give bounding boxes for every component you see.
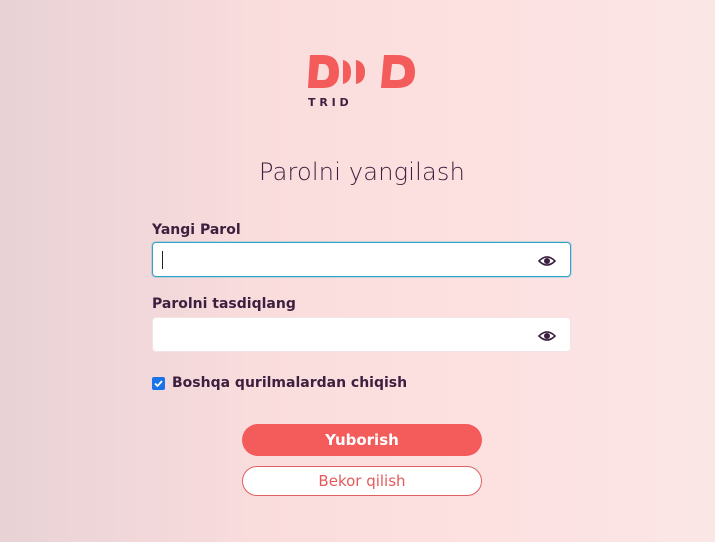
check-icon: [154, 379, 163, 387]
app-logo: T R I D: [305, 50, 420, 110]
confirm-password-field[interactable]: [152, 317, 571, 352]
logout-other-devices-option[interactable]: Boshqa qurilmalardan chiqish: [152, 374, 407, 392]
new-password-field[interactable]: [152, 242, 571, 277]
logo-tagline: T R I D: [308, 96, 349, 109]
logo-graphic: T R I D: [308, 55, 415, 109]
logout-other-devices-label[interactable]: Boshqa qurilmalardan chiqish: [172, 375, 407, 391]
submit-button[interactable]: Yuborish: [242, 424, 482, 456]
page-title: Parolni yangilash: [259, 158, 465, 186]
confirm-password-label: Parolni tasdiqlang: [152, 296, 296, 312]
eye-icon[interactable]: [537, 253, 557, 267]
text-caret: [162, 251, 163, 269]
cancel-button[interactable]: Bekor qilish: [242, 466, 482, 496]
new-password-label: Yangi Parol: [152, 222, 241, 238]
new-password-input[interactable]: [153, 243, 543, 276]
logout-other-devices-checkbox[interactable]: [152, 376, 165, 390]
eye-icon[interactable]: [537, 328, 557, 342]
confirm-password-input[interactable]: [153, 318, 543, 351]
